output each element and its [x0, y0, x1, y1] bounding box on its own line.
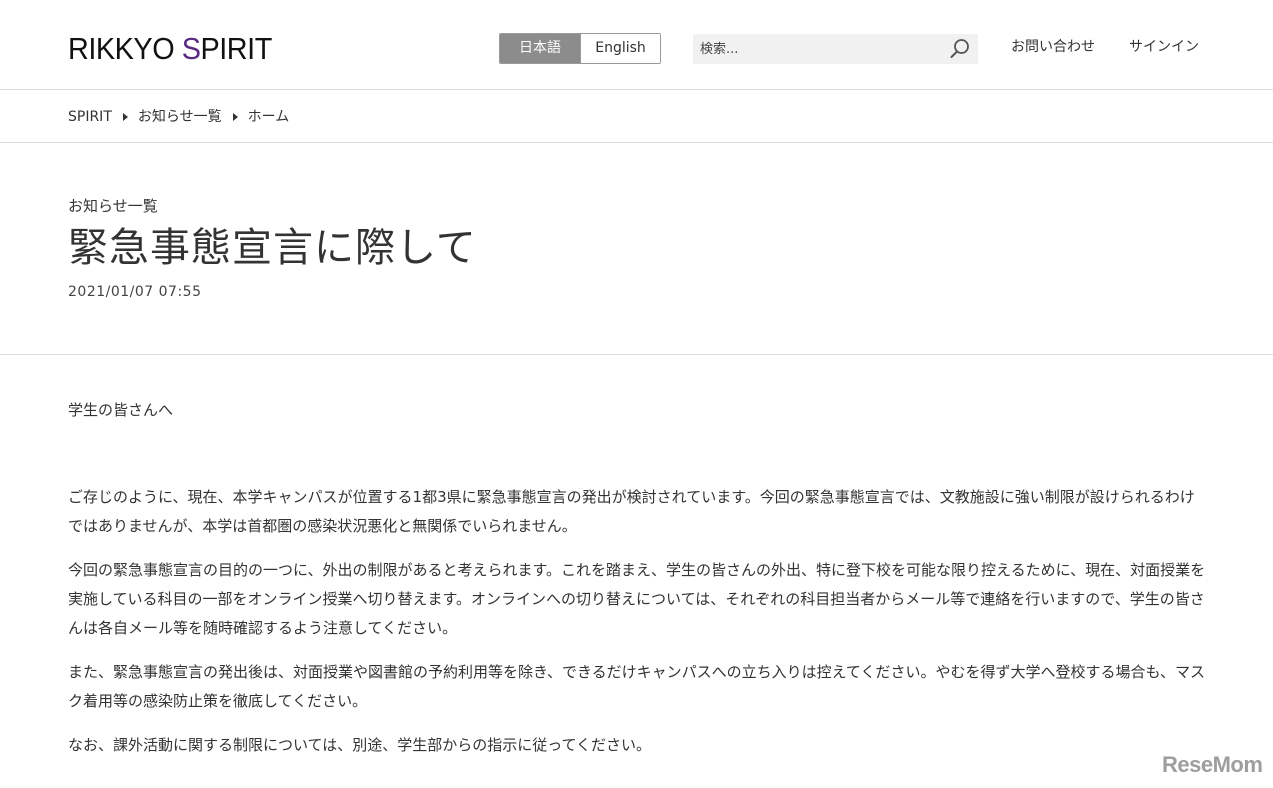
language-japanese-button[interactable]: 日本語	[500, 34, 580, 63]
article-timestamp: 2021/01/07 07:55	[68, 284, 202, 300]
site-header: RIKKYO SPIRIT 日本語 English お問い合わせ サインイン	[0, 0, 1273, 90]
search-box	[693, 34, 978, 64]
language-switcher: 日本語 English	[499, 33, 661, 64]
article-greeting: 学生の皆さんへ	[68, 401, 174, 419]
article-header: お知らせ一覧 緊急事態宣言に際して 2021/01/07 07:55	[0, 144, 1273, 355]
breadcrumb-item-spirit[interactable]: SPIRIT	[68, 107, 112, 127]
breadcrumb: SPIRIT お知らせ一覧 ホーム	[0, 91, 1273, 143]
article-paragraph: なお、課外活動に関する制限については、別途、学生部からの指示に従ってください。	[68, 736, 652, 754]
article-paragraph: 今回の緊急事態宣言の目的の一つに、外出の制限があると考えられます。これを踏まえ、…	[68, 561, 1206, 637]
search-icon[interactable]	[948, 37, 972, 61]
language-english-button[interactable]: English	[580, 34, 660, 63]
site-logo[interactable]: RIKKYO SPIRIT	[68, 29, 272, 69]
logo-accent-letter: S	[181, 31, 201, 66]
resemom-watermark: ReseMom	[1162, 752, 1263, 777]
breadcrumb-item-home[interactable]: ホーム	[248, 107, 290, 127]
caret-right-icon	[122, 113, 128, 121]
article-paragraph: ご存じのように、現在、本学キャンパスが位置する1都3県に緊急事態宣言の発出が検討…	[68, 488, 1195, 535]
logo-text-part1: RIKKYO	[68, 31, 182, 66]
signin-link[interactable]: サインイン	[1129, 37, 1199, 57]
article-paragraph: また、緊急事態宣言の発出後は、対面授業や図書館の予約利用等を除き、できるだけキャ…	[68, 663, 1206, 710]
breadcrumb-item-news-list[interactable]: お知らせ一覧	[138, 107, 222, 127]
logo-text-part2: PIRIT	[200, 31, 272, 66]
article-body: 学生の皆さんへ ご存じのように、現在、本学キャンパスが位置する1都3県に緊急事態…	[68, 396, 1208, 775]
page-title: 緊急事態宣言に際して	[68, 225, 477, 271]
article-category-link[interactable]: お知らせ一覧	[68, 196, 158, 216]
search-input[interactable]	[693, 34, 943, 64]
contact-link[interactable]: お問い合わせ	[1011, 37, 1095, 57]
caret-right-icon	[232, 113, 238, 121]
